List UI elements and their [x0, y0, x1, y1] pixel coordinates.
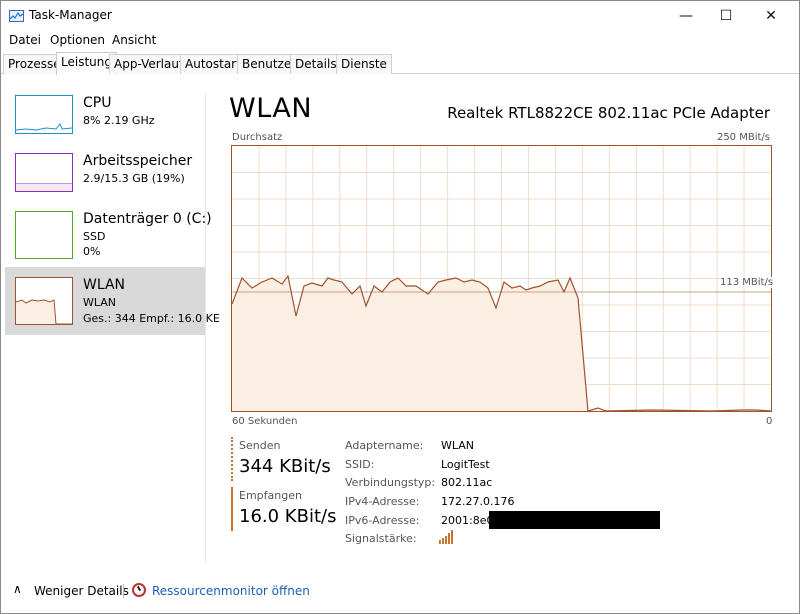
- send-value: 344 KBit/s: [239, 456, 331, 477]
- sidebar-item-cpu[interactable]: CPU 8% 2.19 GHz: [5, 91, 205, 149]
- title-bar: Task-Manager — ☐ ✕: [1, 1, 799, 31]
- sidebar-item-wlan[interactable]: WLAN WLAN Ges.: 344 Empf.: 16.0 KE: [5, 267, 220, 335]
- graph-title: Durchsatz: [232, 132, 283, 143]
- tab-leistung[interactable]: Leistung: [56, 52, 117, 75]
- sidebar-item-detail: 8% 2.19 GHz: [83, 114, 155, 127]
- sidebar-item-detail: Ges.: 344 Empf.: 16.0 KE: [83, 312, 220, 325]
- graph-time-label: 60 Sekunden: [232, 416, 298, 427]
- footer-divider: [123, 584, 124, 598]
- receive-value: 16.0 KBit/s: [239, 506, 337, 527]
- sidebar-item-title: WLAN: [83, 277, 126, 293]
- page-title: WLAN: [229, 93, 313, 124]
- info-key-ipv4: IPv4-Adresse:: [345, 495, 420, 508]
- receive-indicator: [231, 487, 233, 531]
- task-manager-icon: [9, 10, 24, 22]
- receive-label: Empfangen: [239, 489, 302, 502]
- graph-mid-label: 113 MBit/s: [720, 277, 774, 288]
- tab-autostart[interactable]: Autostart: [180, 54, 246, 74]
- tab-details[interactable]: Details: [290, 54, 342, 74]
- tab-app-verlauf[interactable]: App-Verlauf: [109, 54, 189, 74]
- sidebar-item-detail: 0%: [83, 245, 101, 258]
- info-value-verbindungstyp: 802.11ac: [441, 476, 493, 489]
- disk-thumbnail-graph: [15, 211, 73, 259]
- sidebar-item-detail: SSD: [83, 230, 106, 243]
- close-button[interactable]: ✕: [748, 1, 794, 31]
- maximize-button[interactable]: ☐: [703, 1, 749, 31]
- performance-sidebar: CPU 8% 2.19 GHz Arbeitsspeicher 2.9/15.3…: [5, 91, 220, 561]
- tab-dienste[interactable]: Dienste: [336, 54, 392, 74]
- graph-max-label: 250 MBit/s: [716, 132, 770, 143]
- send-label: Senden: [239, 439, 281, 452]
- redaction-box: [489, 511, 660, 529]
- graph-zero-label: 0: [766, 416, 773, 427]
- info-value-adaptername: WLAN: [441, 439, 475, 452]
- cpu-thumbnail-graph: [15, 95, 73, 134]
- info-key-signal: Signalstärke:: [345, 532, 417, 545]
- adapter-name: Realtek RTL8822CE 802.11ac PCIe Adapter: [447, 104, 770, 122]
- menu-optionen[interactable]: Optionen: [50, 33, 105, 47]
- info-key-ssid: SSID:: [345, 458, 375, 471]
- sidebar-item-title: CPU: [83, 95, 112, 111]
- throughput-graph: [231, 145, 772, 412]
- sidebar-item-datentraeger[interactable]: Datenträger 0 (C:) SSD 0%: [5, 207, 212, 265]
- chevron-up-icon[interactable]: ∧: [13, 582, 22, 596]
- tab-bar: Prozesse Leistung App-Verlauf Autostart …: [1, 52, 799, 75]
- info-key-verbindungstyp: Verbindungstyp:: [345, 476, 436, 489]
- info-value-ipv4: 172.27.0.176: [441, 495, 515, 508]
- info-key-ipv6: IPv6-Adresse:: [345, 514, 420, 527]
- resource-monitor-icon: [132, 583, 146, 597]
- menu-ansicht[interactable]: Ansicht: [112, 33, 156, 47]
- memory-thumbnail-graph: [15, 153, 73, 192]
- signal-strength-icon: [439, 530, 453, 544]
- sidebar-divider: [205, 93, 206, 563]
- sidebar-item-title: Arbeitsspeicher: [83, 153, 193, 169]
- menu-bar: Datei Optionen Ansicht: [1, 31, 799, 51]
- sidebar-item-detail: WLAN: [83, 296, 117, 309]
- footer-bar: ∧ Weniger Details Ressourcenmonitor öffn…: [1, 576, 799, 606]
- menu-datei[interactable]: Datei: [9, 33, 41, 47]
- sidebar-item-title: Datenträger 0 (C:): [83, 211, 212, 227]
- task-manager-window: Task-Manager — ☐ ✕ Datei Optionen Ansich…: [0, 0, 800, 614]
- info-key-adaptername: Adaptername:: [345, 439, 424, 452]
- send-indicator: [231, 437, 233, 481]
- fewer-details-link[interactable]: Weniger Details: [34, 584, 129, 598]
- sidebar-item-arbeitsspeicher[interactable]: Arbeitsspeicher 2.9/15.3 GB (19%): [5, 149, 205, 207]
- sidebar-item-detail: 2.9/15.3 GB (19%): [83, 172, 185, 185]
- resource-monitor-link[interactable]: Ressourcenmonitor öffnen: [152, 584, 310, 598]
- info-value-ssid: LogitTest: [441, 458, 490, 471]
- wlan-thumbnail-graph: [15, 277, 73, 325]
- window-title: Task-Manager: [29, 8, 112, 22]
- throughput-chart: [231, 146, 772, 412]
